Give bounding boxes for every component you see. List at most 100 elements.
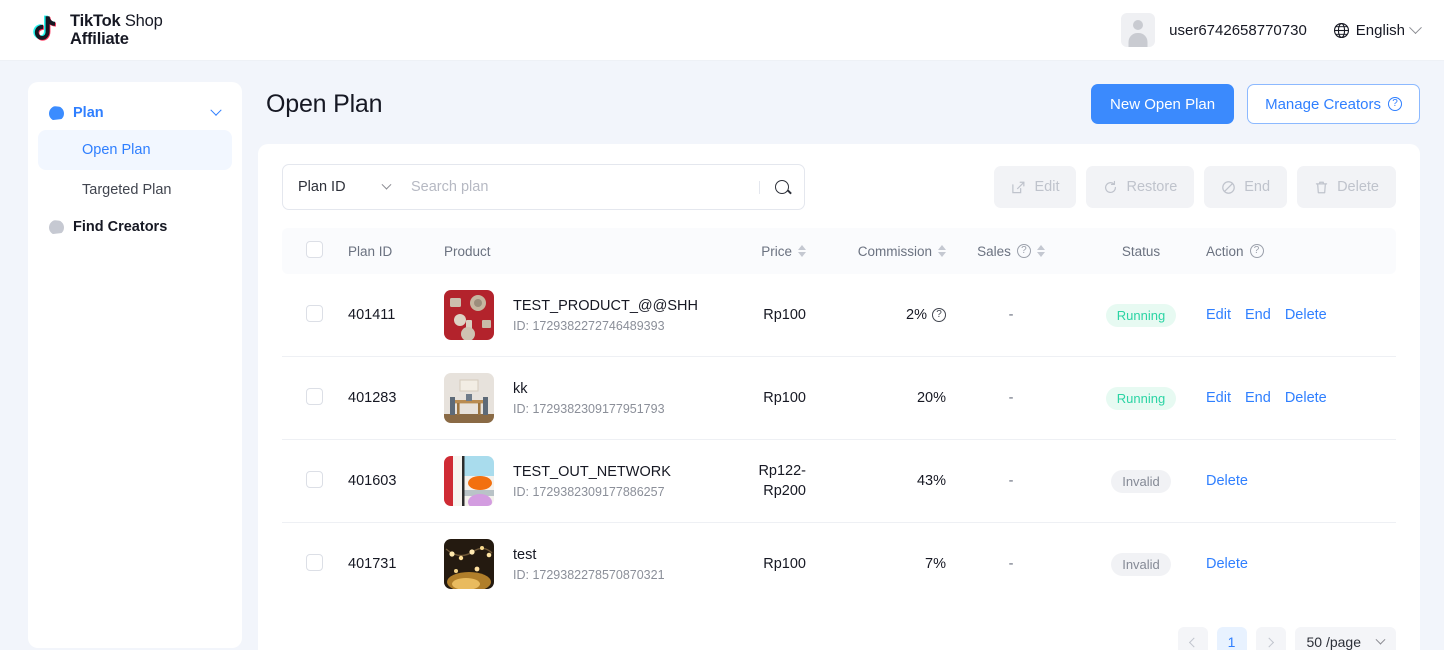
string-lights-thumb: [444, 539, 494, 589]
row-end-link[interactable]: End: [1245, 390, 1271, 406]
search-input[interactable]: [403, 179, 759, 195]
bulk-end-button[interactable]: End: [1204, 166, 1287, 208]
manage-creators-button[interactable]: Manage Creators ?: [1247, 84, 1420, 124]
cell-price: Rp100: [698, 274, 806, 357]
sidebar-item-open-plan[interactable]: Open Plan: [38, 130, 232, 170]
cell-status: Invalid: [1076, 523, 1206, 606]
end-circle-slash-icon: [1221, 180, 1236, 195]
status-badge: Invalid: [1111, 470, 1171, 493]
product-id: ID: 1729382272746489393: [513, 319, 698, 333]
avatar: [1121, 13, 1155, 47]
row-select-cell: [282, 357, 348, 440]
trash-icon: [1314, 180, 1329, 195]
table-row: 401731: [282, 523, 1396, 606]
th-price: Price: [698, 228, 806, 274]
top-header: TikTok Shop Affiliate user6742658770730 …: [0, 0, 1444, 61]
sort-sales-button[interactable]: [1037, 245, 1045, 257]
th-product-label: Product: [444, 244, 491, 259]
status-badge: Running: [1106, 304, 1176, 327]
row-select-cell: [282, 274, 348, 357]
pagination-prev-button[interactable]: [1178, 627, 1208, 650]
page-header: Open Plan New Open Plan Manage Creators …: [258, 82, 1420, 144]
cell-plan-id: 401283: [348, 357, 444, 440]
row-checkbox[interactable]: [306, 388, 323, 405]
chevron-left-icon: [1189, 637, 1199, 647]
select-all-checkbox[interactable]: [306, 241, 323, 258]
header-right-controls: user6742658770730 English: [1121, 13, 1420, 47]
chevron-down-icon: [210, 105, 221, 116]
cell-action: Edit End Delete: [1206, 357, 1396, 440]
cell-price: Rp100: [698, 357, 806, 440]
cell-status: Running: [1076, 357, 1206, 440]
th-commission-label: Commission: [858, 244, 932, 259]
search-button[interactable]: [760, 165, 804, 209]
pagination-page-1[interactable]: 1: [1217, 627, 1247, 650]
row-checkbox[interactable]: [306, 305, 323, 322]
product-name: TEST_PRODUCT_@@SHH: [513, 297, 698, 317]
bulk-restore-button[interactable]: Restore: [1086, 166, 1194, 208]
chevron-down-icon: [382, 179, 392, 189]
cell-product: test ID: 1729382278570870321: [444, 523, 698, 606]
language-selector[interactable]: English: [1333, 22, 1420, 39]
cell-sales: -: [946, 274, 1076, 357]
row-edit-link[interactable]: Edit: [1206, 390, 1231, 406]
row-checkbox[interactable]: [306, 554, 323, 571]
filter-field-select[interactable]: Plan ID: [283, 179, 403, 195]
bulk-delete-button[interactable]: Delete: [1297, 166, 1396, 208]
page-size-select[interactable]: 50 /page: [1295, 627, 1397, 650]
help-circle-icon[interactable]: ?: [932, 308, 946, 322]
sidebar-item-find-creators[interactable]: Find Creators: [38, 210, 232, 244]
search-bar: Plan ID: [282, 164, 805, 210]
th-price-label: Price: [761, 244, 792, 259]
help-circle-icon[interactable]: ?: [1017, 244, 1031, 258]
row-delete-link[interactable]: Delete: [1285, 390, 1327, 406]
globe-icon: [1333, 22, 1350, 39]
sort-price-button[interactable]: [798, 245, 806, 257]
row-delete-link[interactable]: Delete: [1206, 473, 1248, 489]
product-name: test: [513, 546, 665, 566]
cell-action: Edit End Delete: [1206, 274, 1396, 357]
th-plan-id: Plan ID: [348, 228, 444, 274]
th-product: Product: [444, 228, 698, 274]
manage-creators-label: Manage Creators: [1265, 96, 1381, 113]
status-badge: Invalid: [1111, 553, 1171, 576]
cell-price: Rp122- Rp200: [698, 440, 806, 523]
help-circle-icon[interactable]: ?: [1250, 244, 1264, 258]
th-action: Action ?: [1206, 228, 1396, 274]
sidebar-item-find-creators-label: Find Creators: [73, 219, 220, 235]
help-circle-icon[interactable]: ?: [1388, 97, 1402, 111]
new-open-plan-button[interactable]: New Open Plan: [1091, 84, 1234, 124]
commission-value: 2%: [906, 307, 927, 323]
sidebar-group-plan[interactable]: Plan: [38, 96, 232, 130]
cell-product: TEST_OUT_NETWORK ID: 1729382309177886257: [444, 440, 698, 523]
cell-plan-id: 401731: [348, 523, 444, 606]
main-content: Open Plan New Open Plan Manage Creators …: [258, 82, 1420, 650]
pagination-next-button[interactable]: [1256, 627, 1286, 650]
sort-commission-button[interactable]: [938, 245, 946, 257]
filter-field-value: Plan ID: [298, 179, 346, 195]
th-status-label: Status: [1122, 244, 1160, 259]
plan-icon: [49, 106, 64, 121]
cell-sales: -: [946, 523, 1076, 606]
dining-table-thumb: [444, 373, 494, 423]
user-menu[interactable]: user6742658770730: [1121, 13, 1307, 47]
bulk-end-label: End: [1244, 179, 1270, 195]
row-delete-link[interactable]: Delete: [1285, 307, 1327, 323]
abstract-color-thumb: [444, 456, 494, 506]
row-end-link[interactable]: End: [1245, 307, 1271, 323]
row-checkbox[interactable]: [306, 471, 323, 488]
product-id: ID: 1729382309177951793: [513, 402, 665, 416]
cell-action: Delete: [1206, 440, 1396, 523]
bulk-edit-button[interactable]: Edit: [994, 166, 1076, 208]
row-edit-link[interactable]: Edit: [1206, 307, 1231, 323]
cell-sales: -: [946, 357, 1076, 440]
page-layout: Plan Open Plan Targeted Plan Find Creato…: [0, 61, 1444, 650]
row-delete-link[interactable]: Delete: [1206, 556, 1248, 572]
th-status: Status: [1076, 228, 1206, 274]
page-header-actions: New Open Plan Manage Creators ?: [1091, 84, 1420, 124]
sidebar: Plan Open Plan Targeted Plan Find Creato…: [28, 82, 242, 648]
sidebar-item-targeted-plan[interactable]: Targeted Plan: [38, 170, 232, 210]
th-action-label: Action: [1206, 244, 1244, 259]
cell-price: Rp100: [698, 523, 806, 606]
username-label: user6742658770730: [1169, 22, 1307, 39]
